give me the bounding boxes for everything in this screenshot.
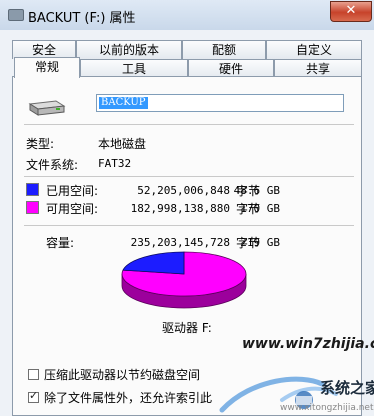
title-bar[interactable]: BACKUT (F:) 属性 ✕ xyxy=(0,0,374,30)
tab-quota[interactable]: 配额 xyxy=(182,40,266,59)
properties-window: BACKUT (F:) 属性 ✕ 安全 以前的版本 配额 自定义 常规 工具 硬… xyxy=(0,0,374,416)
drive-icon xyxy=(28,100,66,116)
type-value: 本地磁盘 xyxy=(98,137,147,151)
compress-checkbox[interactable] xyxy=(28,369,39,380)
tab-general[interactable]: 常规 xyxy=(14,57,80,78)
free-space-swatch xyxy=(26,201,39,214)
tab-customize[interactable]: 自定义 xyxy=(266,40,362,59)
watermark-brand: 系统之家 xyxy=(320,379,374,397)
drive-letter-label: 驱动器 F: xyxy=(162,321,212,335)
drive-title-icon xyxy=(8,9,24,21)
separator-middle xyxy=(24,176,354,177)
tab-previous-versions[interactable]: 以前的版本 xyxy=(76,40,182,59)
close-button[interactable]: ✕ xyxy=(330,1,372,22)
separator-top xyxy=(24,124,354,125)
disk-usage-pie xyxy=(121,251,247,309)
index-label: 除了文件属性外，还允许索引此 xyxy=(44,391,213,405)
volume-name-input[interactable]: BACKUP xyxy=(96,94,344,112)
watermark-url: www.win7zhijia.cn xyxy=(242,336,374,352)
index-checkbox[interactable] xyxy=(28,389,39,403)
used-space-size: 48.6 GB xyxy=(233,184,280,197)
capacity-label: 容量: xyxy=(46,236,75,250)
volume-name-text: BACKUP xyxy=(99,97,148,109)
free-space-size: 170 GB xyxy=(240,202,280,215)
type-label: 类型: xyxy=(26,137,55,151)
filesystem-label: 文件系统: xyxy=(26,158,79,172)
watermark-sub-url: www.xitongzhijia.net xyxy=(280,403,374,413)
compress-label: 压缩此驱动器以节约磁盘空间 xyxy=(44,368,201,382)
window-title: BACKUT (F:) 属性 xyxy=(28,11,136,26)
filesystem-value: FAT32 xyxy=(98,157,132,170)
used-space-swatch xyxy=(26,183,39,196)
pie-used-slice xyxy=(122,251,185,275)
separator-capacity xyxy=(24,225,354,226)
